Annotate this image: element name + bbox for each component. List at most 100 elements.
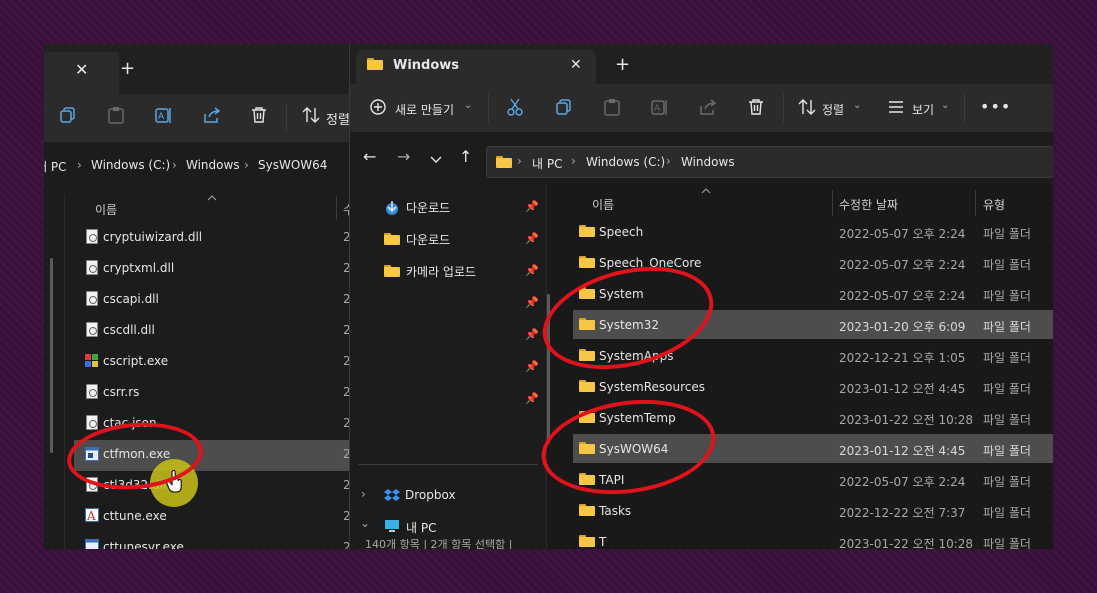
column-name-header[interactable]: 이름 [95,201,117,218]
dll-file-icon [86,229,98,244]
tab-windows[interactable] [356,50,596,84]
row-type: 파일 폴더 [983,382,1031,396]
chevron-right-icon: › [77,158,82,172]
pin-icon[interactable]: 📌 [525,392,539,405]
more-options-icon[interactable]: ••• [980,97,1011,116]
dll-file-icon [86,291,98,306]
rename-icon[interactable]: A [651,98,669,116]
row-type: 파일 폴더 [983,289,1031,303]
copy-icon[interactable] [556,99,572,115]
folder-icon [579,256,595,268]
table-row[interactable]: T 2023-01-22 오전 10:28 파일 폴더 [350,534,1053,549]
svg-text:A: A [158,112,165,122]
folder-icon [579,504,595,516]
script-exe-icon [85,354,98,367]
pin-icon[interactable]: 📌 [525,360,539,373]
breadcrumb-item-pc[interactable]: 내 PC [44,158,66,175]
sidebar-item-label: 다운로드 [406,201,451,215]
column-date-header[interactable]: 수정한 날짜 [839,196,898,213]
row-date: 2022-12-21 오후 1:05 [839,351,966,365]
address-item-pc[interactable]: 내 PC [532,155,562,172]
column-name-header[interactable]: 이름 [592,196,614,213]
breadcrumb-item-drive[interactable]: Windows (C:) [91,158,170,172]
sort-icon[interactable] [798,98,816,116]
new-button[interactable]: 새로 만들기 [395,101,454,118]
forward-arrow-icon[interactable]: → [397,147,410,166]
cut-icon[interactable] [507,98,523,116]
back-toolbar: A 정렬 [44,94,364,142]
row-date: 2022-05-07 오후 2:24 [839,475,966,489]
copy-icon[interactable] [60,107,76,123]
paste-icon[interactable] [604,98,620,116]
row-date: 2023-01-12 오전 4:45 [839,444,966,458]
cttune-icon: A [85,508,99,522]
new-tab-plus-icon[interactable]: + [120,58,135,79]
svg-text:A: A [86,509,96,522]
file-name: cscript.exe [103,354,169,368]
back-breadcrumb: 내 PC › Windows (C:) › Windows › SysWOW64 [44,142,364,192]
delete-icon[interactable] [251,106,267,124]
row-type: 파일 폴더 [983,537,1031,549]
row-date: 2023-01-20 오후 6:09 [839,320,966,334]
back-tab-strip: ✕ + [44,44,364,94]
front-address-row: ← → ↑ › 내 PC › Windows (C:) › Windows [350,132,1053,184]
folder-icon [579,225,595,237]
address-item-windows[interactable]: Windows [681,155,735,169]
pin-icon[interactable]: 📌 [525,200,539,213]
computer-icon [385,520,399,532]
pin-icon[interactable]: 📌 [525,328,539,341]
sort-button[interactable]: 정렬 [822,101,844,118]
address-item-drive[interactable]: Windows (C:) [586,155,665,169]
chevron-down-icon[interactable]: ⌄ [360,516,370,530]
back-arrow-icon[interactable]: ← [363,147,376,166]
download-icon [386,201,398,215]
sort-icon[interactable] [302,106,320,124]
paste-icon[interactable] [108,106,124,124]
pin-icon[interactable]: 📌 [525,232,539,245]
close-icon[interactable]: ✕ [570,57,582,73]
view-list-icon[interactable] [888,100,904,114]
chevron-right-icon: › [244,158,249,172]
recent-locations-chevron-icon[interactable] [430,156,442,164]
folder-icon [367,58,383,70]
row-date: 2023-01-22 오전 10:28 [839,537,974,549]
sort-label[interactable]: 정렬 [326,109,350,128]
row-date: 2022-05-07 오후 2:24 [839,227,966,241]
rename-icon[interactable]: A [155,106,173,124]
exe-file-icon [85,539,99,549]
chevron-right-icon[interactable]: › [361,487,366,501]
row-type: 파일 폴더 [983,413,1031,427]
row-date: 2022-05-07 오후 2:24 [839,289,966,303]
row-type: 파일 폴더 [983,258,1031,272]
pin-icon[interactable]: 📌 [525,264,539,277]
dll-file-icon [86,322,98,337]
folder-icon [384,233,400,245]
share-icon[interactable] [699,98,717,116]
row-date: 2023-01-22 오전 10:28 [839,413,974,427]
view-button[interactable]: 보기 [912,101,934,118]
chevron-down-icon: ⌄ [853,100,862,111]
folder-icon [384,265,400,277]
delete-icon[interactable] [748,98,764,116]
breadcrumb-item-syswow64[interactable]: SysWOW64 [258,158,327,172]
row-name: Tasks [599,504,632,518]
share-icon[interactable] [203,106,221,124]
folder-icon [579,380,595,392]
chevron-down-icon: ⌄ [941,100,950,111]
add-circle-icon[interactable] [370,99,386,115]
nav-scrollbar[interactable] [50,258,53,453]
navigation-pane: 다운로드 📌 다운로드 📌 카메라 업로드 📌 📌 📌 📌 📌 › Dropbo… [350,184,550,549]
breadcrumb-item-windows[interactable]: Windows [186,158,240,172]
row-name: Speech [599,225,644,239]
row-type: 파일 폴더 [983,506,1031,520]
pin-icon[interactable]: 📌 [525,296,539,309]
column-type-header[interactable]: 유형 [983,196,1005,213]
up-arrow-icon[interactable]: ↑ [459,147,472,166]
sidebar-item-label: 다운로드 [406,233,451,247]
row-type: 파일 폴더 [983,475,1031,489]
file-name: csrr.rs [103,385,140,399]
row-type: 파일 폴더 [983,444,1031,458]
new-tab-plus-icon[interactable]: + [615,54,630,75]
close-icon[interactable]: ✕ [75,60,88,79]
dll-file-icon [86,260,98,275]
